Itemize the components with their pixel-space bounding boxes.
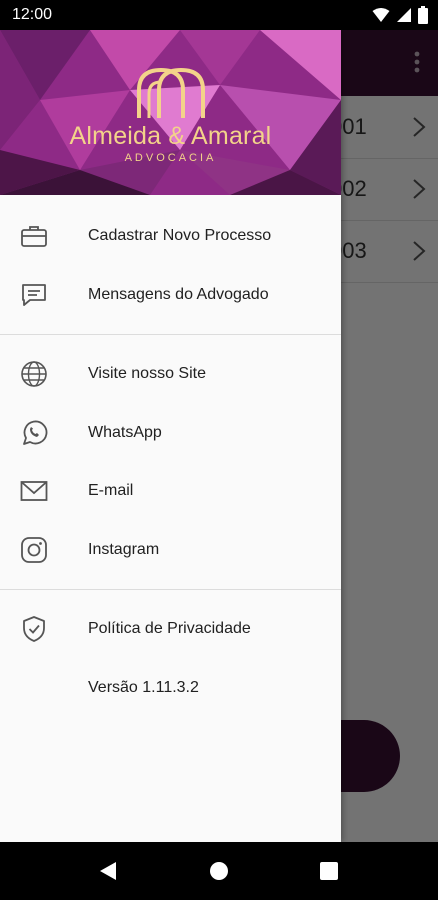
recents-icon[interactable]: [320, 862, 338, 880]
menu-item-instagram[interactable]: Instagram: [0, 521, 341, 580]
wifi-icon: [372, 8, 390, 22]
menu-item-label: Instagram: [88, 540, 160, 558]
system-nav-bar: [0, 842, 438, 900]
status-icons: [372, 6, 428, 24]
menu-item-label: E-mail: [88, 482, 134, 500]
mail-icon: [20, 477, 48, 505]
app-version: Versão 1.11.3.2: [0, 659, 341, 718]
menu-divider: [0, 334, 341, 335]
menu-item-lawyer-messages[interactable]: Mensagens do Advogado: [0, 266, 341, 325]
menu-item-label: Mensagens do Advogado: [88, 285, 269, 303]
menu-item-whatsapp[interactable]: WhatsApp: [0, 404, 341, 463]
brand-subtitle: ADVOCACIA: [124, 152, 217, 164]
menu-item-email[interactable]: E-mail: [0, 462, 341, 521]
shield-check-icon: [20, 615, 48, 643]
status-bar: 12:00: [0, 0, 438, 30]
brand-name: Almeida & Amaral: [69, 122, 272, 150]
globe-icon: [20, 360, 48, 388]
status-time: 12:00: [12, 6, 53, 23]
menu-item-label: Cadastrar Novo Processo: [88, 227, 272, 245]
menu-item-label: Visite nosso Site: [88, 365, 206, 383]
briefcase-icon: [20, 222, 48, 250]
signal-icon: [397, 8, 411, 22]
menu-item-privacy-policy[interactable]: Política de Privacidade: [0, 600, 341, 659]
battery-icon: [418, 6, 428, 24]
law-firm-logo: [137, 67, 205, 118]
instagram-icon: [20, 536, 48, 564]
menu-item-website[interactable]: Visite nosso Site: [0, 345, 341, 404]
drawer-menu: Cadastrar Novo Processo Mensagens do Adv…: [0, 195, 341, 717]
menu-item-label: Política de Privacidade: [88, 620, 251, 638]
message-icon: [20, 281, 48, 309]
home-icon[interactable]: [209, 861, 229, 881]
menu-divider: [0, 589, 341, 590]
navigation-drawer: Almeida & Amaral ADVOCACIA Cadastrar Nov…: [0, 30, 341, 842]
menu-item-new-process[interactable]: Cadastrar Novo Processo: [0, 207, 341, 266]
menu-item-label: WhatsApp: [88, 423, 162, 441]
drawer-header: Almeida & Amaral ADVOCACIA: [0, 30, 341, 195]
version-label: Versão 1.11.3.2: [88, 678, 199, 696]
whatsapp-icon: [20, 419, 48, 447]
back-icon[interactable]: [98, 861, 118, 881]
